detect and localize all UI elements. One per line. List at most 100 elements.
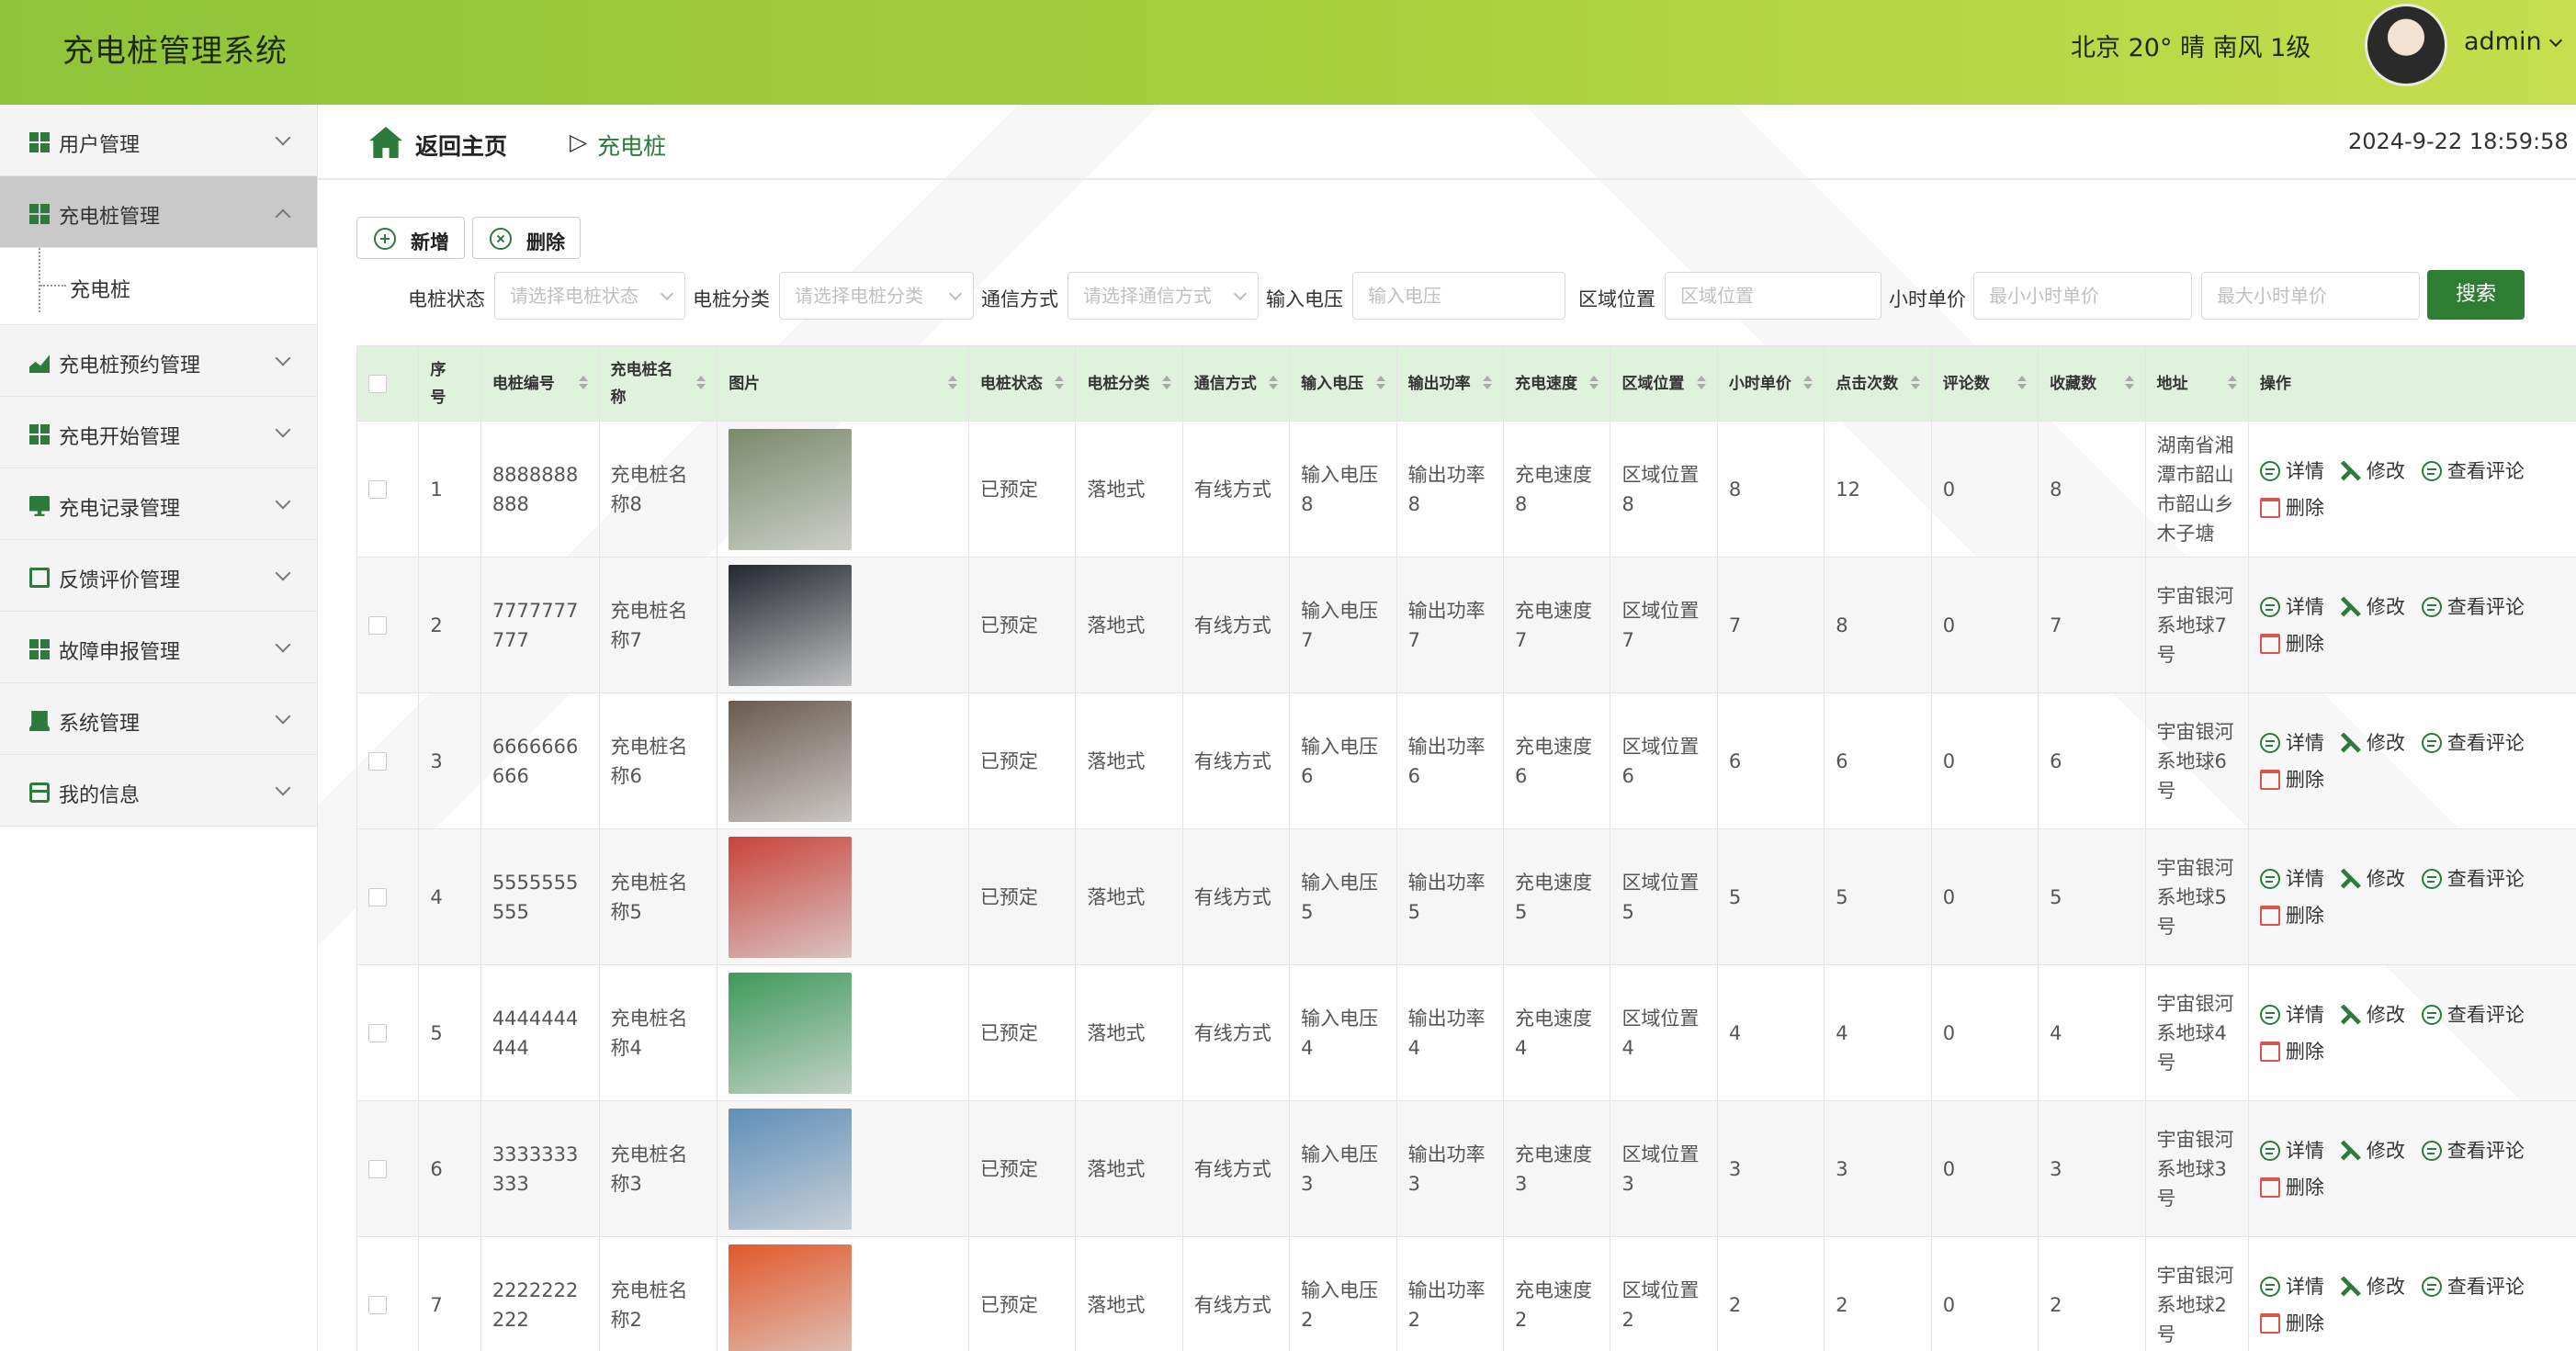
sort-icon[interactable] <box>696 376 706 389</box>
charging-pile-thumbnail[interactable] <box>729 1108 853 1230</box>
cell-clicks-value: 2 <box>1836 1293 1848 1316</box>
comm-select[interactable]: 请选择通信方式 <box>1068 272 1259 320</box>
sort-icon[interactable] <box>1483 376 1493 389</box>
detail-button[interactable]: 详情 <box>2259 861 2324 897</box>
avatar[interactable] <box>2365 4 2447 86</box>
row-delete-button[interactable]: 删除 <box>2259 1169 2324 1206</box>
sidebar-subitem-charging-pile[interactable]: 充电桩 <box>0 248 317 325</box>
row-delete-button[interactable]: 删除 <box>2259 1033 2324 1070</box>
cell-comm-value: 有线方式 <box>1193 1293 1271 1316</box>
view-comments-button[interactable]: 查看评论 <box>2421 453 2525 490</box>
edit-button[interactable]: 修改 <box>2340 1132 2405 1169</box>
column-header[interactable]: 地址 <box>2144 345 2249 422</box>
charging-pile-thumbnail[interactable] <box>729 972 853 1094</box>
sort-icon[interactable] <box>1910 376 1920 389</box>
area-input[interactable]: 区域位置 <box>1665 272 1881 320</box>
add-button[interactable]: 新增 <box>356 217 465 259</box>
row-delete-button[interactable]: 删除 <box>2259 490 2324 526</box>
row-checkbox[interactable] <box>368 887 387 906</box>
status-select[interactable]: 请选择电桩状态 <box>494 272 685 320</box>
view-comments-button[interactable]: 查看评论 <box>2421 996 2525 1033</box>
search-button[interactable]: 搜索 <box>2427 270 2525 320</box>
column-header[interactable]: 小时单价 <box>1716 345 1825 422</box>
column-header[interactable]: 通信方式 <box>1181 345 1291 422</box>
sidebar-item-2[interactable]: 充电桩预约管理 <box>0 325 317 397</box>
sidebar-item-4[interactable]: 充电记录管理 <box>0 468 317 540</box>
column-header[interactable]: 点击次数 <box>1824 345 1932 422</box>
edit-button[interactable]: 修改 <box>2340 1268 2405 1305</box>
view-comments-button[interactable]: 查看评论 <box>2421 861 2525 897</box>
user-menu[interactable]: admin <box>2464 28 2562 56</box>
sort-icon[interactable] <box>1269 376 1279 389</box>
edit-button[interactable]: 修改 <box>2340 861 2405 897</box>
charging-pile-thumbnail[interactable] <box>729 700 853 822</box>
sidebar-item-3[interactable]: 充电开始管理 <box>0 397 317 468</box>
sort-icon[interactable] <box>1055 376 1065 389</box>
row-checkbox[interactable] <box>368 479 387 499</box>
detail-button[interactable]: 详情 <box>2259 725 2324 761</box>
edit-button[interactable]: 修改 <box>2340 725 2405 761</box>
row-delete-button[interactable]: 删除 <box>2259 1305 2324 1342</box>
sidebar-item-8[interactable]: 我的信息 <box>0 755 317 827</box>
sort-icon[interactable] <box>2227 376 2237 389</box>
detail-button[interactable]: 详情 <box>2259 1132 2324 1169</box>
row-delete-button[interactable]: 删除 <box>2259 761 2324 798</box>
sidebar-item-1[interactable]: 充电桩管理 <box>0 176 317 248</box>
charging-pile-thumbnail[interactable] <box>729 428 853 550</box>
sidebar-item-0[interactable]: 用户管理 <box>0 105 317 176</box>
cell-area: 区域位置3 <box>1610 1100 1718 1237</box>
column-header[interactable]: 输入电压 <box>1289 345 1397 422</box>
charging-pile-thumbnail[interactable] <box>729 1244 853 1351</box>
sidebar-item-7[interactable]: 系统管理 <box>0 683 317 755</box>
breadcrumb-home-link[interactable]: 返回主页 <box>415 129 507 162</box>
view-comments-button[interactable]: 查看评论 <box>2421 725 2525 761</box>
sort-icon[interactable] <box>2017 376 2028 389</box>
voltage-input[interactable]: 输入电压 <box>1352 272 1565 320</box>
sidebar-item-6[interactable]: 故障申报管理 <box>0 612 317 683</box>
column-header[interactable]: 输出功率 <box>1395 345 1505 422</box>
view-comments-button[interactable]: 查看评论 <box>2421 589 2525 625</box>
column-header[interactable]: 评论数 <box>1930 345 2039 422</box>
column-header[interactable]: 电桩编号 <box>480 345 600 422</box>
sort-icon[interactable] <box>1161 376 1171 389</box>
detail-button[interactable]: 详情 <box>2259 996 2324 1033</box>
price-min-input[interactable]: 最小小时单价 <box>1973 272 2192 320</box>
wrench-icon <box>2340 1004 2361 1025</box>
charging-pile-thumbnail[interactable] <box>729 564 853 686</box>
sort-icon[interactable] <box>2124 376 2134 389</box>
row-checkbox[interactable] <box>368 751 387 771</box>
row-checkbox[interactable] <box>368 615 387 635</box>
row-checkbox[interactable] <box>368 1023 387 1042</box>
column-header[interactable]: 收藏数 <box>2038 345 2146 422</box>
detail-button[interactable]: 详情 <box>2259 589 2324 625</box>
column-header[interactable]: 电桩分类 <box>1075 345 1183 422</box>
select-all-checkbox[interactable] <box>368 374 387 393</box>
sidebar-item-5[interactable]: 反馈评价管理 <box>0 540 317 612</box>
column-header[interactable]: 电桩状态 <box>967 345 1077 422</box>
sort-icon[interactable] <box>1696 376 1706 389</box>
edit-button[interactable]: 修改 <box>2340 996 2405 1033</box>
column-header[interactable]: 区域位置 <box>1610 345 1718 422</box>
charging-pile-thumbnail[interactable] <box>729 836 853 958</box>
row-checkbox[interactable] <box>368 1295 387 1314</box>
row-delete-button[interactable]: 删除 <box>2259 897 2324 934</box>
edit-button[interactable]: 修改 <box>2340 453 2405 490</box>
row-delete-button[interactable]: 删除 <box>2259 625 2324 662</box>
detail-button[interactable]: 详情 <box>2259 1268 2324 1305</box>
view-comments-button[interactable]: 查看评论 <box>2421 1268 2525 1305</box>
sort-icon[interactable] <box>578 376 588 389</box>
delete-button[interactable]: 删除 <box>472 217 581 259</box>
row-checkbox[interactable] <box>368 1159 387 1178</box>
detail-button[interactable]: 详情 <box>2259 453 2324 490</box>
sort-icon[interactable] <box>947 376 957 389</box>
sort-icon[interactable] <box>1589 376 1599 389</box>
price-max-input[interactable]: 最大小时单价 <box>2201 272 2420 320</box>
sort-icon[interactable] <box>1803 376 1813 389</box>
column-header[interactable]: 充电速度 <box>1503 345 1611 422</box>
view-comments-button[interactable]: 查看评论 <box>2421 1132 2525 1169</box>
sort-icon[interactable] <box>1375 376 1385 389</box>
column-header[interactable]: 充电桩名称 <box>598 345 718 422</box>
cell-status: 已预定 <box>967 692 1077 829</box>
edit-button[interactable]: 修改 <box>2340 589 2405 625</box>
category-select[interactable]: 请选择电桩分类 <box>779 272 974 320</box>
